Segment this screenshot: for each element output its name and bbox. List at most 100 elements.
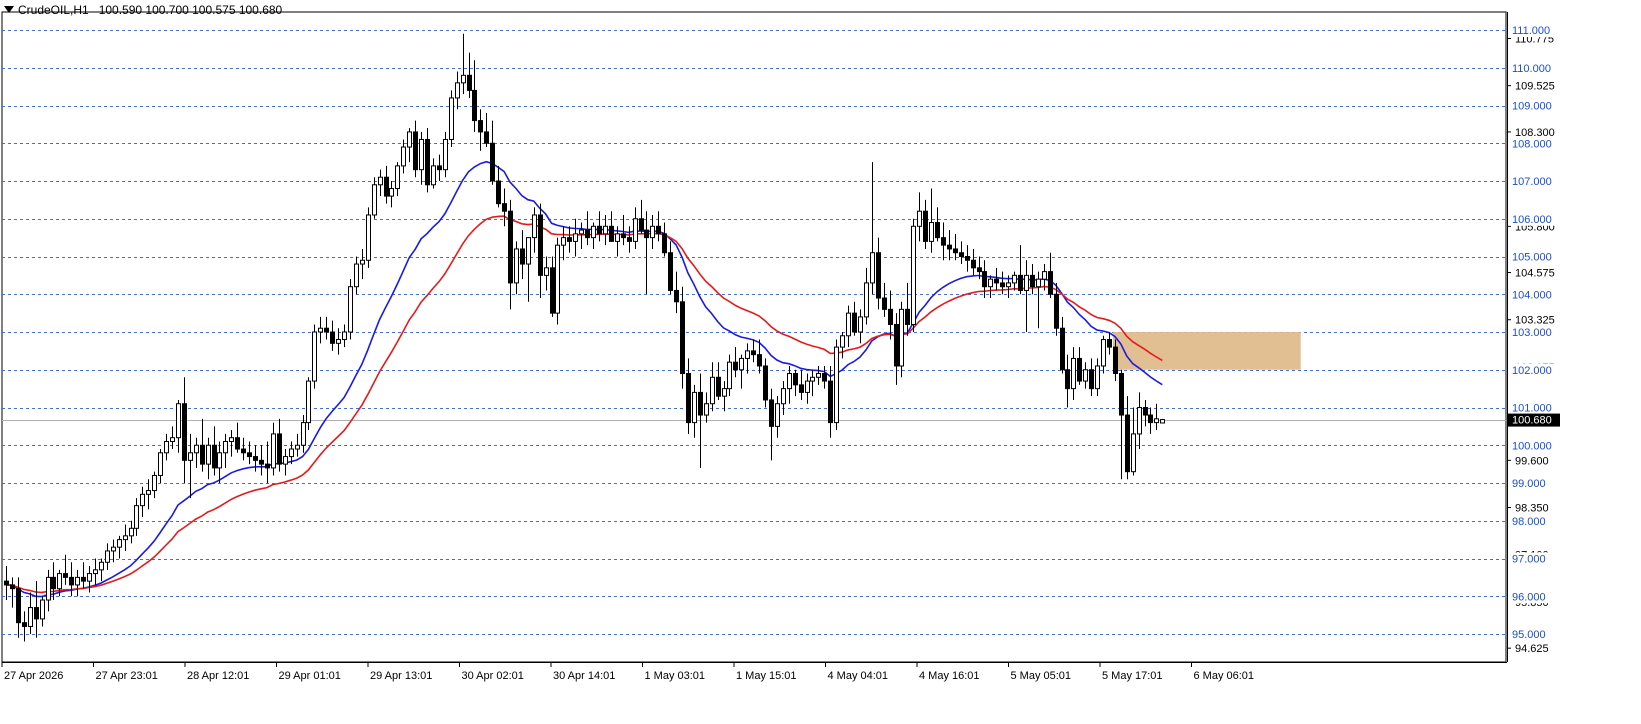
candle[interactable]	[1036, 271, 1041, 329]
candle[interactable]	[164, 433, 169, 461]
candle[interactable]	[959, 241, 964, 265]
candle[interactable]	[1060, 316, 1065, 374]
candle[interactable]	[1148, 407, 1153, 434]
candle[interactable]	[182, 377, 187, 483]
candle[interactable]	[532, 207, 537, 253]
candle[interactable]	[662, 222, 667, 257]
candle[interactable]	[1154, 403, 1159, 431]
candle[interactable]	[550, 256, 555, 317]
candle[interactable]	[704, 392, 709, 423]
candle[interactable]	[775, 396, 780, 438]
candle[interactable]	[627, 226, 632, 253]
candle[interactable]	[484, 113, 489, 148]
candle[interactable]	[407, 128, 412, 163]
candle[interactable]	[899, 301, 904, 378]
candle[interactable]	[727, 354, 732, 397]
candle[interactable]	[1030, 264, 1035, 295]
candle[interactable]	[99, 558, 104, 582]
candle[interactable]	[982, 260, 987, 299]
candle[interactable]	[953, 233, 958, 261]
candle[interactable]	[882, 282, 887, 317]
candle[interactable]	[1018, 245, 1023, 295]
candle[interactable]	[105, 543, 110, 570]
candle[interactable]	[917, 192, 922, 242]
candle[interactable]	[140, 486, 145, 517]
candle[interactable]	[277, 418, 282, 472]
candle[interactable]	[247, 441, 252, 465]
candle[interactable]	[34, 581, 39, 638]
candle[interactable]	[538, 203, 543, 299]
candle[interactable]	[75, 569, 80, 597]
candle[interactable]	[816, 365, 821, 385]
candle[interactable]	[822, 365, 827, 389]
candle[interactable]	[994, 267, 999, 291]
candle[interactable]	[1077, 347, 1082, 385]
candle[interactable]	[496, 165, 501, 208]
candle[interactable]	[212, 426, 217, 476]
candle[interactable]	[1137, 392, 1142, 450]
candle[interactable]	[1071, 347, 1076, 400]
candle[interactable]	[633, 207, 638, 249]
candle[interactable]	[971, 248, 976, 276]
candle[interactable]	[1119, 369, 1124, 480]
candle[interactable]	[330, 320, 335, 351]
candle[interactable]	[864, 267, 869, 325]
resistance-zone[interactable]	[1112, 332, 1301, 370]
dropdown-triangle-icon[interactable]	[4, 6, 14, 13]
candle[interactable]	[217, 441, 222, 483]
candle[interactable]	[22, 611, 27, 642]
candle[interactable]	[472, 60, 477, 132]
candle[interactable]	[567, 226, 572, 253]
candle[interactable]	[425, 128, 430, 193]
candle[interactable]	[419, 131, 424, 185]
candle[interactable]	[751, 339, 756, 363]
candle[interactable]	[1012, 271, 1017, 291]
candle[interactable]	[455, 71, 460, 110]
candle[interactable]	[905, 282, 910, 336]
candle[interactable]	[828, 365, 833, 438]
candle[interactable]	[644, 211, 649, 295]
candle[interactable]	[93, 558, 98, 585]
candle[interactable]	[241, 437, 246, 461]
candle[interactable]	[111, 539, 116, 563]
candle[interactable]	[656, 211, 661, 242]
candle[interactable]	[431, 158, 436, 189]
candle[interactable]	[686, 358, 691, 434]
candle[interactable]	[573, 218, 578, 257]
candle[interactable]	[194, 437, 199, 468]
candle[interactable]	[846, 305, 851, 348]
candle[interactable]	[461, 33, 466, 95]
candle[interactable]	[229, 430, 234, 457]
candle[interactable]	[834, 339, 839, 431]
candle[interactable]	[490, 120, 495, 185]
candle[interactable]	[591, 222, 596, 249]
candle[interactable]	[722, 381, 727, 412]
candle[interactable]	[176, 399, 181, 453]
candle[interactable]	[710, 362, 715, 412]
candle[interactable]	[437, 154, 442, 181]
candle[interactable]	[805, 373, 810, 404]
candle[interactable]	[739, 354, 744, 389]
candle[interactable]	[561, 226, 566, 261]
candle[interactable]	[1131, 407, 1136, 476]
candle[interactable]	[1095, 358, 1100, 397]
candle[interactable]	[555, 237, 560, 325]
candle[interactable]	[597, 211, 602, 242]
candle[interactable]	[639, 199, 644, 234]
candle[interactable]	[793, 369, 798, 397]
candle[interactable]	[158, 449, 163, 483]
candle[interactable]	[467, 52, 472, 98]
candle[interactable]	[366, 207, 371, 268]
candle[interactable]	[395, 162, 400, 197]
candle[interactable]	[781, 381, 786, 416]
candle[interactable]	[502, 188, 507, 227]
candle[interactable]	[508, 199, 513, 310]
candle[interactable]	[401, 139, 406, 174]
candle[interactable]	[585, 211, 590, 246]
candle[interactable]	[579, 222, 584, 249]
candle[interactable]	[28, 592, 33, 634]
candle[interactable]	[295, 433, 300, 457]
candle[interactable]	[342, 324, 347, 348]
candle[interactable]	[46, 569, 51, 612]
candle[interactable]	[680, 286, 685, 389]
